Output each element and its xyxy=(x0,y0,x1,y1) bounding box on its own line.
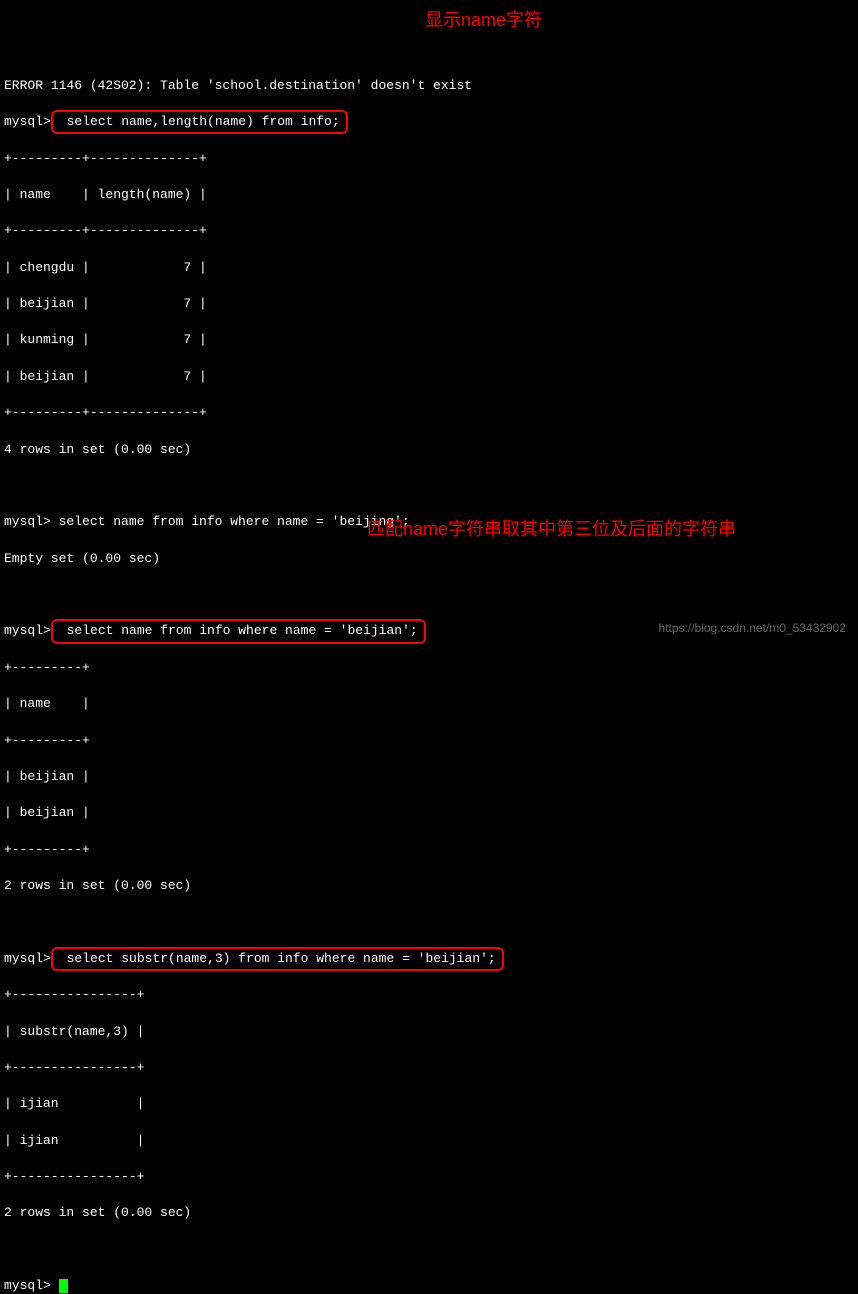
table1-footer: 4 rows in set (0.00 sec) xyxy=(4,441,854,459)
error-line: ERROR 1146 (42S02): Table 'school.destin… xyxy=(4,77,854,95)
table4-row: | ijian | xyxy=(4,1132,854,1150)
query-3-box: select name from info where name = 'beij… xyxy=(51,619,426,643)
table4-border-bot: +----------------+ xyxy=(4,1168,854,1186)
table4-footer: 2 rows in set (0.00 sec) xyxy=(4,1204,854,1222)
mysql-prompt: mysql> xyxy=(4,623,51,638)
table1-border-mid: +---------+--------------+ xyxy=(4,222,854,240)
table1-row: | chengdu | 7 | xyxy=(4,259,854,277)
mysql-prompt: mysql> xyxy=(4,514,51,529)
blank-line xyxy=(4,1241,854,1259)
mysql-prompt: mysql> xyxy=(4,951,51,966)
table1-row: | beijian | 7 | xyxy=(4,368,854,386)
table3-border-bot: +---------+ xyxy=(4,841,854,859)
mysql-prompt: mysql> xyxy=(4,1278,59,1293)
table1-header: | name | length(name) | xyxy=(4,186,854,204)
table4-row: | ijian | xyxy=(4,1095,854,1113)
query-4-box: select substr(name,3) from info where na… xyxy=(51,947,504,971)
annotation-2: 匹配name字符串取其中第三位及后面的字符串 xyxy=(367,516,837,543)
query-2-text: select name from info where name = 'beij… xyxy=(51,514,410,529)
blank-line xyxy=(4,913,854,931)
table3-border-top: +---------+ xyxy=(4,659,854,677)
query-1-box: select name,length(name) from info; xyxy=(51,110,348,134)
table4-border-mid: +----------------+ xyxy=(4,1059,854,1077)
table3-row: | beijian | xyxy=(4,804,854,822)
table3-footer: 2 rows in set (0.00 sec) xyxy=(4,877,854,895)
cursor-icon xyxy=(59,1279,68,1293)
empty-set: Empty set (0.00 sec) xyxy=(4,550,854,568)
blank-line xyxy=(4,477,854,495)
table3-header: | name | xyxy=(4,695,854,713)
mysql-prompt: mysql> xyxy=(4,114,51,129)
table4-header: | substr(name,3) | xyxy=(4,1023,854,1041)
watermark: https://blog.csdn.net/m0_53432902 xyxy=(659,620,846,637)
annotation-1: 显示name字符 xyxy=(425,8,542,33)
prompt-line[interactable]: mysql> xyxy=(4,1277,854,1294)
blank-line xyxy=(4,586,854,604)
query-line-4: mysql> select substr(name,3) from info w… xyxy=(4,950,854,968)
table1-border-top: +---------+--------------+ xyxy=(4,150,854,168)
table1-border-bot: +---------+--------------+ xyxy=(4,404,854,422)
table1-row: | beijian | 7 | xyxy=(4,295,854,313)
table1-row: | kunming | 7 | xyxy=(4,331,854,349)
table4-border-top: +----------------+ xyxy=(4,986,854,1004)
table3-row: | beijian | xyxy=(4,768,854,786)
query-line-1: mysql> select name,length(name) from inf… xyxy=(4,113,854,131)
table3-border-mid: +---------+ xyxy=(4,732,854,750)
